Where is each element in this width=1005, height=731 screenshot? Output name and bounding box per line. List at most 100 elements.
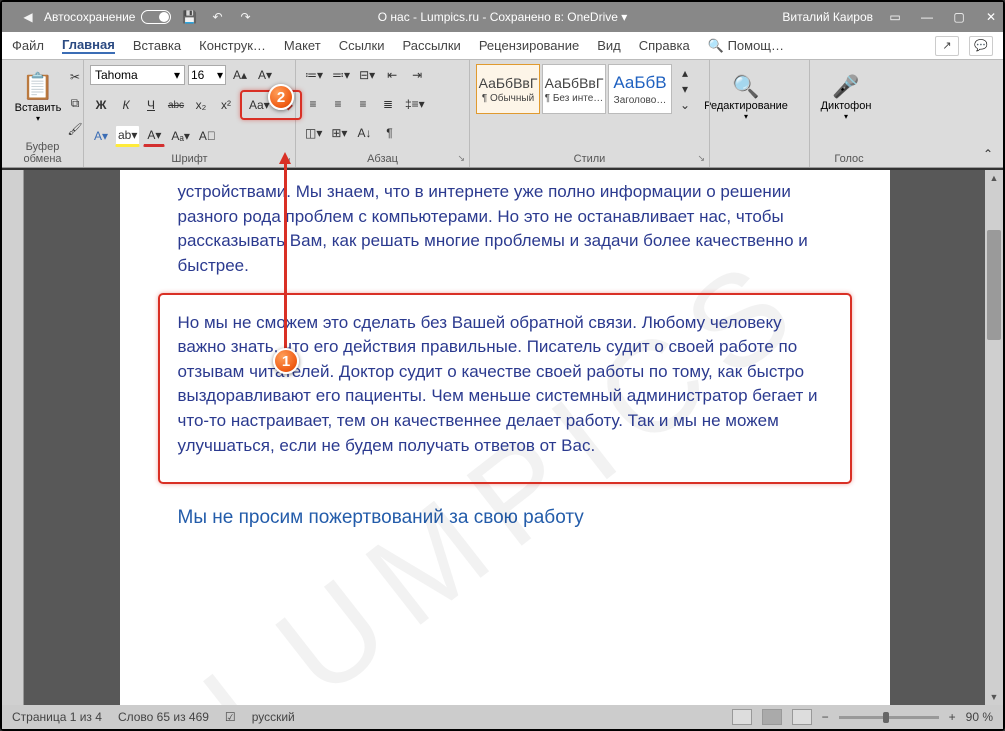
print-layout-button[interactable] [762, 709, 782, 725]
align-right-button[interactable]: ≡ [352, 93, 374, 115]
shading-button[interactable]: ◫▾ [302, 122, 325, 144]
para-launcher[interactable]: ↘ [457, 153, 465, 164]
tab-design[interactable]: Конструк… [199, 38, 266, 53]
paragraph[interactable]: устройствами. Мы знаем, что в интернете … [178, 180, 832, 279]
page[interactable]: LUMPICS устройствами. Мы знаем, что в ин… [120, 170, 890, 705]
numbering-button[interactable]: ≕▾ [329, 64, 353, 86]
zoom-out-button[interactable]: − [822, 710, 829, 724]
user-name[interactable]: Виталий Каиров [782, 10, 873, 24]
highlight-button[interactable]: ab▾ [115, 125, 140, 147]
ribbon-tabs: Файл Главная Вставка Конструк… Макет Ссы… [2, 32, 1003, 60]
language-status[interactable]: русский [252, 710, 295, 724]
share-button[interactable]: ↗ [935, 36, 959, 56]
tab-view[interactable]: Вид [597, 38, 621, 53]
font-name-combo[interactable]: Tahoma▾ [90, 65, 185, 85]
paragraph[interactable]: Но мы не сможем это сделать без Вашей об… [178, 311, 832, 459]
annotation-arrow [284, 162, 287, 352]
style-nospacing[interactable]: АаБбВвГ ¶ Без инте… [542, 64, 606, 114]
read-mode-button[interactable] [732, 709, 752, 725]
multilevel-button[interactable]: ⊟▾ [356, 64, 378, 86]
tab-insert[interactable]: Вставка [133, 38, 181, 53]
format-painter-button[interactable]: 🖌 [64, 118, 86, 140]
zoom-level[interactable]: 90 % [966, 710, 993, 724]
shrink-font-button[interactable]: A▾ [254, 64, 276, 86]
dictate-button[interactable]: 🎤 Диктофон ▾ [816, 64, 876, 130]
spellcheck-icon[interactable]: ☑ [225, 710, 236, 724]
page-status[interactable]: Страница 1 из 4 [12, 710, 102, 724]
italic-button[interactable]: К [115, 94, 137, 116]
document-view[interactable]: LUMPICS устройствами. Мы знаем, что в ин… [24, 170, 985, 705]
heading[interactable]: Мы не просим пожертвований за свою работ… [178, 504, 832, 532]
paste-button[interactable]: 📋 Вставить ▾ [8, 64, 68, 130]
font-color-button[interactable]: A▾ [143, 125, 165, 147]
tab-mailings[interactable]: Рассылки [402, 38, 460, 53]
undo-icon[interactable]: ↶ [207, 7, 227, 27]
cut-button[interactable]: ✂ [64, 66, 86, 88]
web-layout-button[interactable] [792, 709, 812, 725]
workspace: LUMPICS устройствами. Мы знаем, что в ин… [2, 170, 1003, 705]
borders-button[interactable]: ⊞▾ [328, 122, 350, 144]
collapse-ribbon-button[interactable]: ⌃ [977, 143, 999, 165]
minimize-icon[interactable]: — [919, 10, 935, 24]
statusbar: Страница 1 из 4 Слово 65 из 469 ☑ русски… [2, 705, 1003, 729]
redo-icon[interactable]: ↷ [235, 7, 255, 27]
style-heading1[interactable]: АаБбВ Заголово… [608, 64, 672, 114]
grow-font-button[interactable]: A▴ [229, 64, 251, 86]
selection-highlight: Но мы не сможем это сделать без Вашей об… [158, 293, 852, 485]
tab-help[interactable]: Справка [639, 38, 690, 53]
comments-button[interactable]: 💬 [969, 36, 993, 56]
text-effects-button[interactable]: A▾ [90, 125, 112, 147]
tab-review[interactable]: Рецензирование [479, 38, 579, 53]
scroll-up-icon[interactable]: ▲ [985, 170, 1003, 186]
underline-button[interactable]: Ч [140, 94, 162, 116]
titlebar: ◀ Автосохранение 💾 ↶ ↷ О нас - Lumpics.r… [2, 2, 1003, 32]
scroll-thumb[interactable] [987, 230, 1001, 340]
ribbon-options-icon[interactable]: ▭ [887, 10, 903, 24]
bold-button[interactable]: Ж [90, 94, 112, 116]
bullets-button[interactable]: ≔▾ [302, 64, 326, 86]
search-icon: 🔍 [732, 74, 759, 100]
align-left-button[interactable]: ≡ [302, 93, 324, 115]
superscript-button[interactable]: x² [215, 94, 237, 116]
doc-title[interactable]: О нас - Lumpics.ru - Сохранено в: OneDri… [378, 10, 628, 24]
style-normal[interactable]: АаБбВвГ ¶ Обычный [476, 64, 540, 114]
close-icon[interactable]: ✕ [983, 10, 999, 24]
save-icon[interactable]: 💾 [179, 7, 199, 27]
copy-button[interactable]: ⧉ [64, 92, 86, 114]
scroll-down-icon[interactable]: ▼ [985, 689, 1003, 705]
styles-down-button[interactable]: ▾ [674, 81, 696, 97]
sort-button[interactable]: A↓ [353, 122, 375, 144]
styles-more-button[interactable]: ⌄ [674, 97, 696, 113]
strike-button[interactable]: abc [165, 94, 187, 116]
justify-button[interactable]: ≣ [377, 93, 399, 115]
decrease-indent-button[interactable]: ⇤ [381, 64, 403, 86]
nav-left-icon[interactable]: ◀ [18, 7, 38, 27]
tab-references[interactable]: Ссылки [339, 38, 385, 53]
vertical-ruler[interactable] [2, 170, 24, 705]
word-count[interactable]: Слово 65 из 469 [118, 710, 209, 724]
styles-up-button[interactable]: ▴ [674, 65, 696, 81]
vertical-scrollbar[interactable]: ▲ ▼ [985, 170, 1003, 705]
increase-indent-button[interactable]: ⇥ [406, 64, 428, 86]
styles-launcher[interactable]: ↘ [697, 153, 705, 164]
tab-layout[interactable]: Макет [284, 38, 321, 53]
mic-icon: 🎤 [832, 74, 859, 100]
zoom-slider[interactable] [839, 716, 939, 719]
tab-search[interactable]: 🔍 Помощ… [708, 38, 784, 54]
show-marks-button[interactable]: ¶ [378, 122, 400, 144]
tab-home[interactable]: Главная [62, 37, 115, 54]
subscript-button[interactable]: x₂ [190, 94, 212, 116]
paragraph-group-label: Абзац [302, 153, 463, 165]
autosave-toggle[interactable] [141, 10, 171, 24]
enclose-chars-button[interactable]: A⃝ [196, 125, 219, 147]
arrow-head-icon [279, 152, 291, 164]
align-center-button[interactable]: ≡ [327, 93, 349, 115]
font-size-combo[interactable]: 16▾ [188, 65, 226, 85]
line-spacing-button[interactable]: ‡≡▾ [402, 93, 428, 115]
zoom-in-button[interactable]: + [949, 710, 956, 724]
maximize-icon[interactable]: ▢ [951, 10, 967, 24]
ribbon: 📋 Вставить ▾ ✂ ⧉ 🖌 Буфер обмена Tahoma▾ … [2, 60, 1003, 168]
char-shading-button[interactable]: Aₐ▾ [168, 125, 193, 147]
tab-file[interactable]: Файл [12, 38, 44, 53]
editing-button[interactable]: 🔍 Редактирование ▾ [716, 64, 776, 130]
